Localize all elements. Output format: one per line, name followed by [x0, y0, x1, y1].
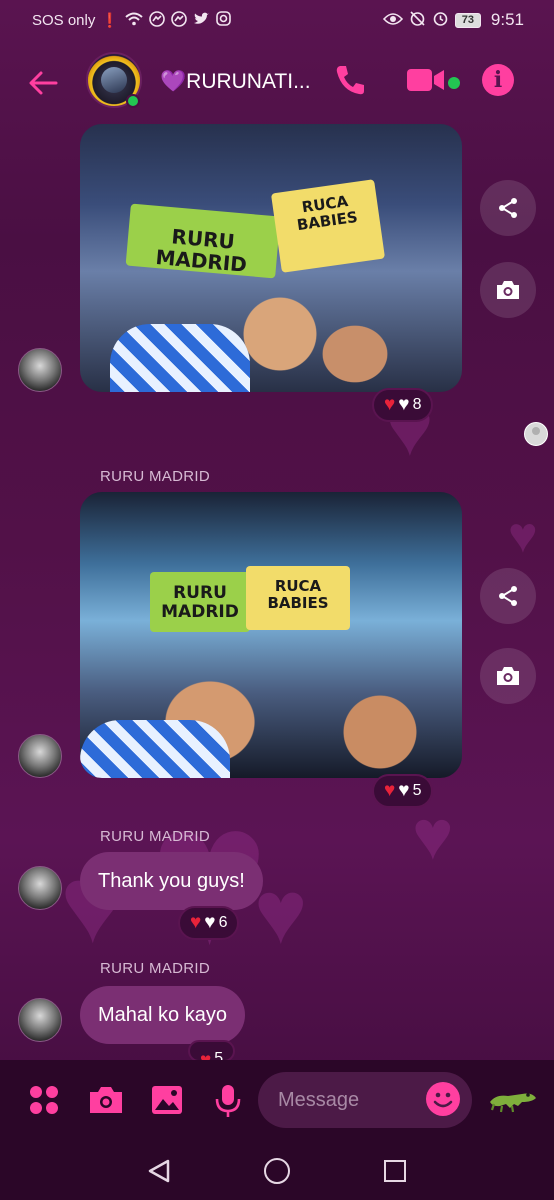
photo-banner: RUCA BABIES [246, 566, 350, 630]
background-heart-decoration: ♥ [412, 796, 454, 874]
status-left: SOS only ❗ [32, 10, 231, 30]
video-camera-icon[interactable] [406, 64, 446, 96]
seen-by-avatar [524, 422, 548, 446]
microphone-icon[interactable] [214, 1084, 242, 1118]
share-button[interactable] [480, 568, 536, 624]
menu-grid-icon[interactable] [28, 1084, 60, 1116]
emoji-icon[interactable] [426, 1082, 460, 1116]
gallery-icon[interactable] [150, 1084, 184, 1116]
photo-banner: RURU MADRID [125, 203, 281, 279]
messenger-icon [149, 10, 165, 30]
camera-icon [497, 667, 519, 685]
reaction-pill[interactable]: ♥ 5 [188, 1040, 236, 1062]
alarm-muted-icon [409, 10, 426, 30]
instagram-icon [216, 11, 231, 29]
sender-avatar[interactable] [18, 866, 62, 910]
message-composer [0, 1060, 554, 1142]
photo-shirt [110, 324, 250, 392]
background-heart-decoration: ♥ [508, 507, 538, 563]
reaction-count: 5 [412, 782, 422, 799]
share-icon [499, 586, 517, 606]
status-right: 73 9:51 [382, 10, 524, 30]
white-heart-icon: ♥ [398, 394, 410, 415]
photo-banner: RURU MADRID [150, 572, 250, 632]
share-button[interactable] [480, 180, 536, 236]
sender-avatar[interactable] [18, 734, 62, 778]
photo-shirt [80, 720, 230, 778]
red-heart-icon: ♥ [384, 780, 396, 801]
white-heart-icon: ♥ [204, 912, 216, 933]
reaction-count: 6 [218, 914, 228, 931]
reaction-pill[interactable]: ♥ ♥ 6 [178, 906, 240, 940]
nav-back-icon[interactable] [146, 1158, 172, 1184]
crocodile-icon[interactable] [488, 1082, 538, 1118]
info-icon[interactable]: i [482, 64, 514, 96]
reaction-count: 8 [412, 396, 422, 413]
photo-message[interactable]: RURU MADRID RUCA BABIES [80, 124, 462, 392]
camera-button[interactable] [480, 648, 536, 704]
chat-title[interactable]: 💜RURUNATI... [160, 70, 311, 94]
photo-message[interactable]: RURU MADRID RUCA BABIES [80, 492, 462, 778]
camera-icon[interactable] [88, 1084, 124, 1116]
status-bar: SOS only ❗ 73 9:51 [0, 0, 554, 40]
camera-button[interactable] [480, 262, 536, 318]
sender-avatar[interactable] [18, 998, 62, 1042]
red-heart-icon: ♥ [384, 394, 396, 415]
online-status-dot [448, 77, 460, 89]
eye-icon [382, 12, 403, 29]
sender-name: RURU MADRID [100, 828, 210, 845]
carrier-text: SOS only [32, 11, 96, 29]
red-heart-icon: ♥ [190, 912, 202, 933]
twitter-icon [193, 12, 210, 29]
messenger-icon [171, 10, 187, 30]
online-status-dot [126, 94, 140, 108]
white-heart-icon: ♥ [398, 780, 410, 801]
back-arrow-icon[interactable] [26, 66, 60, 100]
nav-home-icon[interactable] [264, 1158, 290, 1184]
share-icon [499, 198, 517, 218]
wifi-icon [125, 12, 143, 29]
phone-icon[interactable] [332, 62, 368, 98]
alert-icon: ❗ [101, 11, 119, 28]
reaction-pill[interactable]: ♥ ♥ 5 [372, 774, 434, 808]
avatar-image [101, 67, 127, 93]
sender-name: RURU MADRID [100, 960, 210, 977]
alarm-icon [432, 10, 449, 30]
reaction-pill[interactable]: ♥ ♥ 8 [372, 388, 434, 422]
chat-header: 💜RURUNATI... i [0, 44, 554, 122]
message-bubble[interactable]: Thank you guys! [80, 852, 263, 910]
clock: 9:51 [490, 10, 524, 29]
sender-name: RURU MADRID [100, 468, 210, 485]
nav-recent-apps-icon[interactable] [384, 1160, 406, 1182]
system-nav-bar [0, 1142, 554, 1200]
battery-icon: 73 [454, 12, 481, 28]
photo-banner: RUCA BABIES [270, 179, 386, 273]
message-bubble[interactable]: Mahal ko kayo [80, 986, 245, 1044]
sender-avatar[interactable] [18, 348, 62, 392]
camera-icon [497, 281, 519, 299]
